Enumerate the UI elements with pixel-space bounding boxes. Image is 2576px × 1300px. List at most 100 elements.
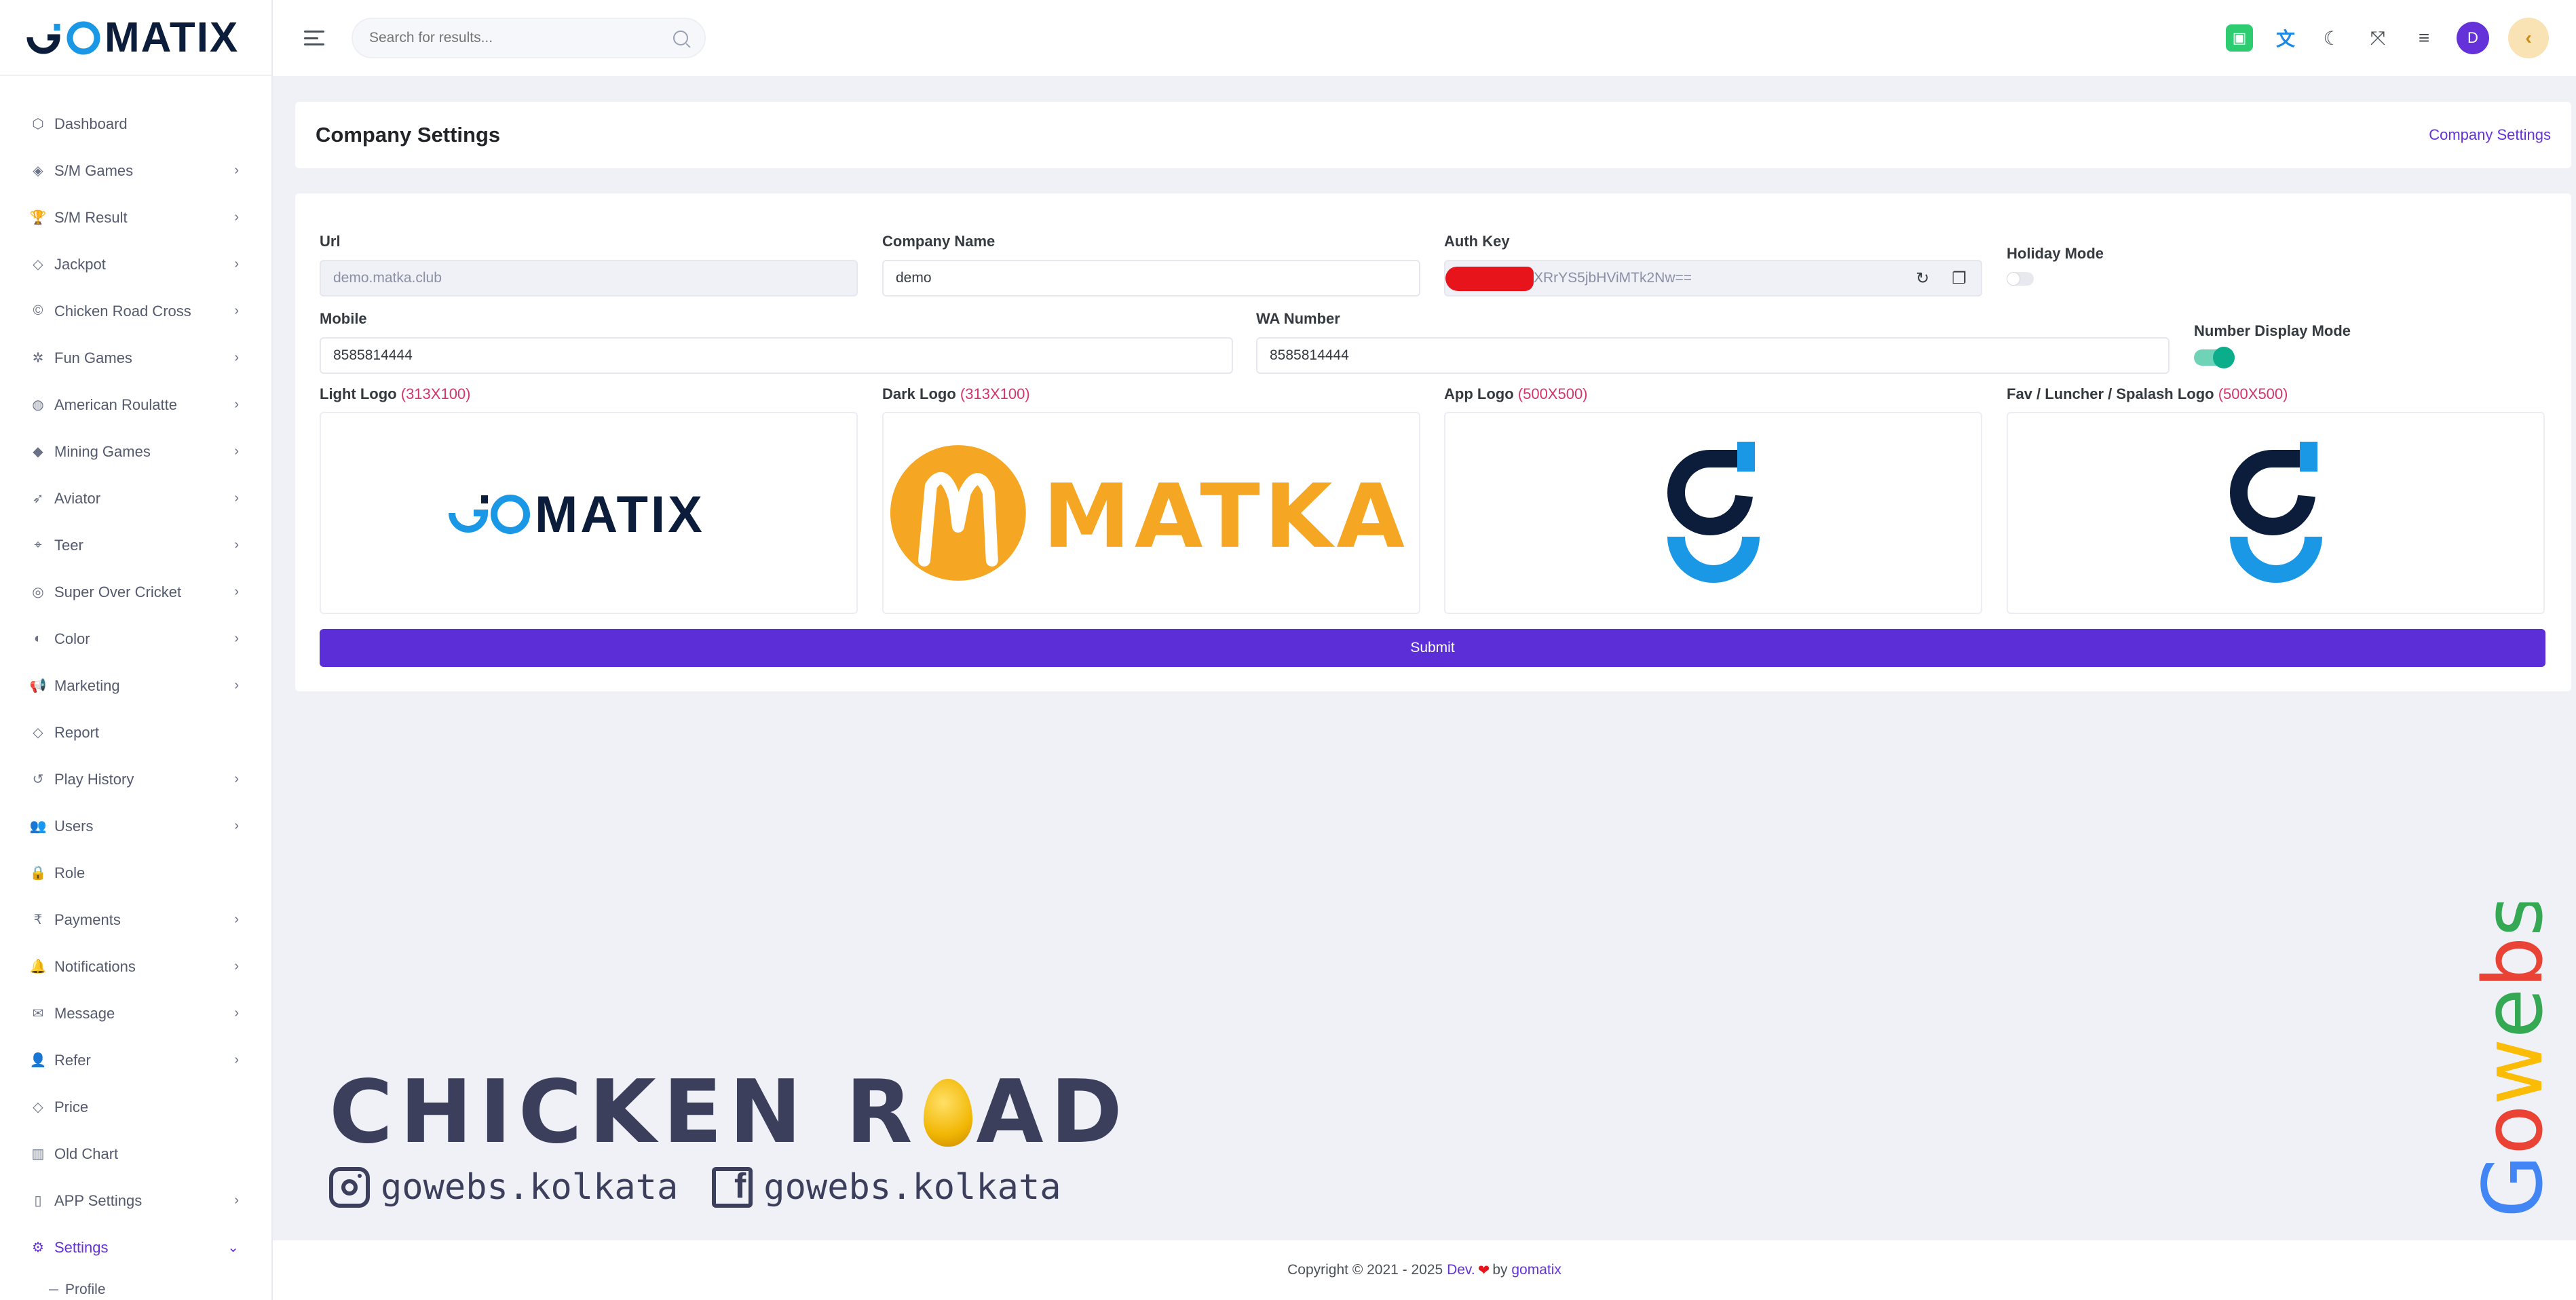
sidebar-item-teer[interactable]: ⌖ Teer › <box>0 522 271 569</box>
sidebar-item-color[interactable]: ◐ Color › <box>0 615 271 662</box>
search-input[interactable] <box>369 30 673 46</box>
tag-icon: ◇ <box>33 257 43 272</box>
sidebar-item-label: Refer <box>54 1051 91 1069</box>
company-link[interactable]: gomatix <box>1511 1262 1561 1278</box>
sidebar-item-app-settings[interactable]: ▯ APP Settings › <box>0 1177 271 1224</box>
dark-logo-image: MATKA <box>890 445 1405 581</box>
submenu-item-profile[interactable]: Profile <box>0 1271 271 1300</box>
dark-mode-moon-icon[interactable]: ☾ <box>2318 24 2345 52</box>
sidebar-item-aviator[interactable]: ➶ Aviator › <box>0 475 271 522</box>
submit-button[interactable]: Submit <box>320 629 2545 667</box>
wa-number-label: WA Number <box>1256 310 1340 327</box>
light-logo-upload[interactable]: MATIX <box>320 412 858 614</box>
rocket-icon: ➶ <box>32 491 44 506</box>
gowebs-text: Gowebs <box>2470 902 2558 1218</box>
sidebar-item-notifications[interactable]: 🔔 Notifications › <box>0 943 271 990</box>
auth-key-field[interactable]: ↻ ❐ <box>1444 260 1982 297</box>
gomatix-logo: MATIX <box>26 14 239 62</box>
search-icon[interactable] <box>673 31 688 45</box>
heart-icon: ❤ <box>1477 1262 1490 1278</box>
dark-logo-upload[interactable]: MATKA <box>882 412 1420 614</box>
app-logo-upload[interactable] <box>1444 412 1982 614</box>
company-name-field[interactable] <box>882 260 1420 297</box>
fullscreen-exit-icon[interactable]: ⤧ <box>2364 24 2391 52</box>
dash-icon <box>49 1289 58 1291</box>
header-actions: ▣ 文 ☾ ⤧ ≡ D ‹ <box>2226 18 2549 58</box>
crosshair-icon: ⌖ <box>34 537 42 552</box>
wa-number-field[interactable] <box>1256 337 2170 374</box>
dev-link[interactable]: Dev. <box>1447 1262 1475 1278</box>
sidebar-item-chicken-road-cross[interactable]: © Chicken Road Cross › <box>0 288 271 334</box>
chevron-right-icon: › <box>234 584 239 599</box>
chevron-right-icon: › <box>234 303 239 318</box>
top-header: ▣ 文 ☾ ⤧ ≡ D ‹ <box>273 0 2576 76</box>
brand-name: MATIX <box>105 14 240 61</box>
globe-icon: ◍ <box>32 398 44 413</box>
wa-number-input[interactable] <box>1270 347 2156 364</box>
fav-logo-upload[interactable] <box>2007 412 2545 614</box>
translate-icon[interactable]: 文 <box>2272 24 2299 52</box>
mobile-label: Mobile <box>320 310 367 327</box>
company-name-input[interactable] <box>896 270 1407 286</box>
sidebar-item-s-m-games[interactable]: ◈ S/M Games › <box>0 147 271 194</box>
chevron-left-icon[interactable]: ‹ <box>2508 18 2549 58</box>
app-logo-image <box>1667 442 1760 583</box>
sidebar-item-fun-games[interactable]: ✲ Fun Games › <box>0 334 271 381</box>
sidebar-item-label: Jackpot <box>54 255 106 273</box>
url-field[interactable] <box>320 260 858 297</box>
footer: Copyright © 2021 - 2025 Dev. ❤ by gomati… <box>273 1240 2576 1300</box>
sidebar-item-refer[interactable]: 👤 Refer › <box>0 1037 271 1084</box>
sidebar-item-message[interactable]: ✉ Message › <box>0 990 271 1037</box>
mobile-icon: ▯ <box>34 1193 42 1208</box>
copyright-text: Copyright © 2021 - 2025 <box>1287 1262 1443 1278</box>
holiday-mode-toggle[interactable] <box>2007 272 2034 286</box>
sidebar-item-users[interactable]: 👥 Users › <box>0 803 271 849</box>
breadcrumb[interactable]: Company Settings <box>2429 126 2551 144</box>
sidebar-item-jackpot[interactable]: ◇ Jackpot › <box>0 241 271 288</box>
sidebar-item-label: Super Over Cricket <box>54 583 182 600</box>
half-circle-icon: ◐ <box>33 631 43 646</box>
sidebar-item-label: Fun Games <box>54 349 132 366</box>
sidebar-item-label: Settings <box>54 1238 109 1256</box>
sidebar-item-play-history[interactable]: ↺ Play History › <box>0 756 271 803</box>
sidebar-item-american-roulatte[interactable]: ◍ American Roulatte › <box>0 381 271 428</box>
sidebar-item-old-chart[interactable]: ▥ Old Chart <box>0 1130 271 1177</box>
user-avatar[interactable]: D <box>2457 22 2489 54</box>
watermark-social: gowebs.kolkata f gowebs.kolkata <box>329 1167 1129 1208</box>
android-app-icon[interactable]: ▣ <box>2226 24 2253 52</box>
url-input[interactable] <box>333 270 844 286</box>
sidebar-item-label: Mining Games <box>54 442 151 460</box>
search-box[interactable] <box>352 18 706 58</box>
chevron-right-icon: › <box>234 163 239 178</box>
refresh-icon[interactable]: ↻ <box>1913 269 1932 288</box>
number-display-mode-toggle[interactable] <box>2194 347 2235 368</box>
brand-logo[interactable]: MATIX <box>0 0 271 76</box>
chevron-right-icon: › <box>234 491 239 505</box>
sidebar-item-label: Report <box>54 723 100 741</box>
copy-icon[interactable]: ❐ <box>1950 269 1969 288</box>
sidebar-item-super-over-cricket[interactable]: ◎ Super Over Cricket › <box>0 569 271 615</box>
sidebar-item-marketing[interactable]: 📢 Marketing › <box>0 662 271 709</box>
lock-icon: 🔒 <box>29 866 47 881</box>
sidebar-item-mining-games[interactable]: ◆ Mining Games › <box>0 428 271 475</box>
chevron-right-icon: › <box>234 1006 239 1020</box>
sidebar-item-payments[interactable]: ₹ Payments › <box>0 896 271 943</box>
mobile-input[interactable] <box>333 347 1219 364</box>
dharmachakra-icon: ✲ <box>32 351 44 366</box>
sidebar-item-settings[interactable]: ⚙ Settings ⌄ <box>0 1224 271 1271</box>
chevron-right-icon: › <box>234 912 239 927</box>
sidebar-item-report[interactable]: ◇ Report <box>0 709 271 756</box>
bell-icon: 🔔 <box>29 959 47 974</box>
right-sidebar-icon[interactable]: ≡ <box>2410 24 2438 52</box>
mobile-field[interactable] <box>320 337 1233 374</box>
sidebar-item-s-m-result[interactable]: 🏆 S/M Result › <box>0 194 271 241</box>
history-icon: ↺ <box>32 772 44 787</box>
tag-icon: ◇ <box>33 1100 43 1115</box>
gomatix-o-icon <box>67 21 100 55</box>
page-title: Company Settings <box>316 123 501 147</box>
sidebar-item-role[interactable]: 🔒 Role <box>0 849 271 896</box>
sidebar-item-dashboard[interactable]: ⬡ Dashboard <box>0 100 271 147</box>
menu-toggle-icon[interactable] <box>304 31 324 45</box>
sidebar-item-price[interactable]: ◇ Price <box>0 1084 271 1130</box>
sidebar-item-label: Old Chart <box>54 1145 119 1162</box>
